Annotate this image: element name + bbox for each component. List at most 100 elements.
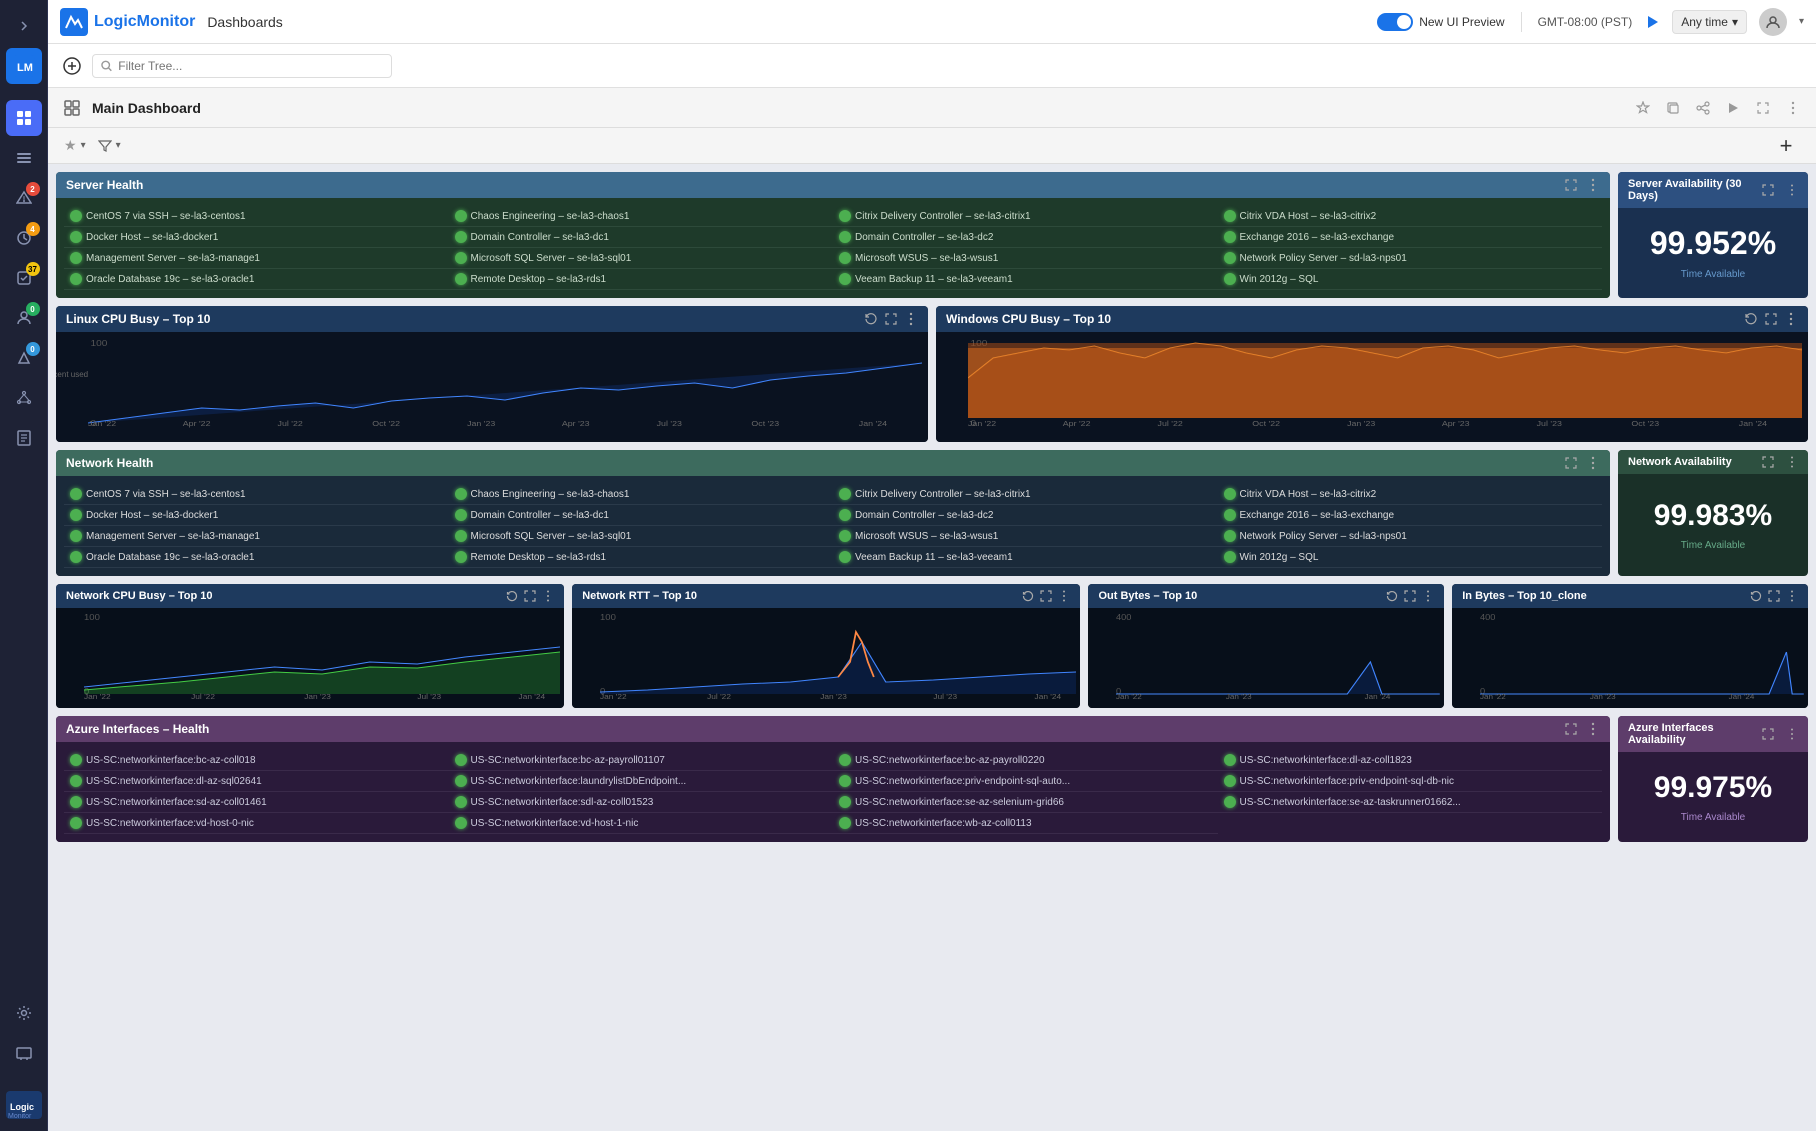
expand-rtt-icon[interactable] bbox=[1040, 590, 1052, 602]
sidebar-item-collector[interactable] bbox=[6, 1035, 42, 1071]
svg-text:LM: LM bbox=[17, 62, 33, 74]
expand-net-health-icon[interactable] bbox=[1564, 456, 1578, 470]
azure-item-label: US-SC:networkinterface:sdl-az-coll01523 bbox=[471, 797, 654, 808]
filter-action[interactable]: ▾ bbox=[98, 139, 121, 153]
sidebar-item-topology[interactable] bbox=[6, 380, 42, 416]
expand-outbytes-icon[interactable] bbox=[1404, 590, 1416, 602]
add-widget-button[interactable] bbox=[60, 54, 84, 78]
azure-health-item: US-SC:networkinterface:sdl-az-coll01523 bbox=[449, 792, 834, 813]
more-widget-icon[interactable] bbox=[1586, 178, 1600, 192]
azure-health-item: US-SC:networkinterface:dl-az-coll1823 bbox=[1218, 750, 1603, 771]
expand-widget-icon[interactable] bbox=[1564, 178, 1578, 192]
server-health-header: Server Health bbox=[56, 172, 1610, 198]
status-dot bbox=[455, 509, 467, 521]
sidebar-item-reports[interactable] bbox=[6, 420, 42, 456]
more-azure-icon[interactable] bbox=[1586, 722, 1600, 736]
dashboard-icon bbox=[64, 100, 80, 116]
sidebar-expand[interactable] bbox=[6, 8, 42, 44]
expand-win-icon[interactable] bbox=[1764, 312, 1778, 326]
expand-cpu-icon[interactable] bbox=[884, 312, 898, 326]
azure-availability-widget: Azure Interfaces Availability 99.975% Ti… bbox=[1618, 716, 1808, 842]
status-dot bbox=[1224, 273, 1236, 285]
refresh-win-icon[interactable] bbox=[1744, 312, 1758, 326]
toggle-pill[interactable] bbox=[1377, 13, 1413, 31]
server-health-item: Citrix VDA Host – se-la3-citrix2 bbox=[1218, 206, 1603, 227]
refresh-netcpu-icon[interactable] bbox=[506, 590, 518, 602]
clone-icon[interactable] bbox=[1666, 101, 1680, 115]
sidebar-item-4[interactable]: 4 bbox=[6, 220, 42, 256]
expand-azureavail-icon[interactable] bbox=[1762, 728, 1774, 740]
svg-text:Jan '23: Jan '23 bbox=[467, 420, 496, 428]
expand-netcpu-icon[interactable] bbox=[524, 590, 536, 602]
more-netcpu-icon[interactable] bbox=[542, 590, 554, 602]
any-time-button[interactable]: Any time ▾ bbox=[1672, 10, 1747, 34]
expand-icon[interactable] bbox=[1756, 101, 1770, 115]
sidebar-item-alerts[interactable]: 2 bbox=[6, 180, 42, 216]
windows-cpu-actions bbox=[1744, 312, 1798, 326]
expand-avail-icon[interactable] bbox=[1762, 184, 1774, 196]
more-cpu-icon[interactable] bbox=[904, 312, 918, 326]
alert-critical-badge: 2 bbox=[26, 182, 40, 196]
run-icon[interactable] bbox=[1644, 14, 1660, 30]
sidebar-item-7[interactable]: 0 bbox=[6, 340, 42, 376]
sidebar-item-settings[interactable] bbox=[6, 995, 42, 1031]
more-outbytes-icon[interactable] bbox=[1422, 590, 1434, 602]
filter-input[interactable] bbox=[118, 59, 383, 73]
expand-azure-icon[interactable] bbox=[1564, 722, 1578, 736]
more-azureavail-icon[interactable] bbox=[1786, 728, 1798, 740]
filter-input-area[interactable] bbox=[92, 54, 392, 78]
refresh-inbytes-icon[interactable] bbox=[1750, 590, 1762, 602]
row-server-health: Server Health CentOS 7 via SSH – se-la3- bbox=[56, 172, 1808, 298]
network-health-header: Network Health bbox=[56, 450, 1610, 476]
more-inbytes-icon[interactable] bbox=[1786, 590, 1798, 602]
refresh-outbytes-icon[interactable] bbox=[1386, 590, 1398, 602]
azure-health-item: US-SC:networkinterface:vd-host-0-nic bbox=[64, 813, 449, 834]
more-icon[interactable] bbox=[1786, 101, 1800, 115]
server-health-item: Docker Host – se-la3-docker1 bbox=[64, 227, 449, 248]
server-health-item: Domain Controller – se-la3-dc1 bbox=[449, 227, 834, 248]
user-avatar[interactable] bbox=[1759, 8, 1787, 36]
svg-text:Logic: Logic bbox=[10, 1102, 34, 1112]
expand-netavail-icon[interactable] bbox=[1762, 456, 1774, 468]
svg-text:100: 100 bbox=[600, 613, 616, 622]
svg-text:Oct '22: Oct '22 bbox=[372, 420, 400, 428]
star-chevron: ▾ bbox=[81, 140, 86, 151]
star-icon: ★ bbox=[64, 137, 77, 154]
more-avail-icon[interactable] bbox=[1786, 184, 1798, 196]
status-dot bbox=[70, 530, 82, 542]
svg-text:Jan '24: Jan '24 bbox=[1035, 693, 1062, 700]
svg-text:Oct '22: Oct '22 bbox=[1252, 420, 1280, 428]
server-health-item: Network Policy Server – sd-la3-nps01 bbox=[1218, 248, 1603, 269]
sidebar-item-dashboards[interactable] bbox=[6, 100, 42, 136]
user-chevron: ▾ bbox=[1799, 16, 1804, 27]
more-rtt-icon[interactable] bbox=[1058, 590, 1070, 602]
network-health-item: Management Server – se-la3-manage1 bbox=[64, 526, 449, 547]
network-health-item: Domain Controller – se-la3-dc1 bbox=[449, 505, 834, 526]
status-dot bbox=[1224, 252, 1236, 264]
more-win-icon[interactable] bbox=[1784, 312, 1798, 326]
new-ui-toggle[interactable]: New UI Preview bbox=[1377, 13, 1504, 31]
favorite-icon[interactable] bbox=[1636, 101, 1650, 115]
azure-item-label: US-SC:networkinterface:se-az-selenium-gr… bbox=[855, 797, 1064, 808]
svg-text:Jan '24: Jan '24 bbox=[1729, 693, 1755, 700]
more-net-health-icon[interactable] bbox=[1586, 456, 1600, 470]
server-avail-body: 99.952% Time Available bbox=[1618, 208, 1808, 298]
azure-item-label: US-SC:networkinterface:bc-az-payroll0220 bbox=[855, 755, 1045, 766]
share-icon[interactable] bbox=[1696, 101, 1710, 115]
status-dot bbox=[70, 273, 82, 285]
add-button[interactable]: + bbox=[1772, 132, 1800, 160]
more-netavail-icon[interactable] bbox=[1786, 456, 1798, 468]
refresh-icon[interactable] bbox=[864, 312, 878, 326]
sidebar-item-6[interactable]: 0 bbox=[6, 300, 42, 336]
network-item-label: Win 2012g – SQL bbox=[1240, 552, 1319, 563]
logic-monitor-logo[interactable]: LM bbox=[6, 48, 42, 84]
sidebar-item-5[interactable]: 37 bbox=[6, 260, 42, 296]
refresh-rtt-icon[interactable] bbox=[1022, 590, 1034, 602]
expand-inbytes-icon[interactable] bbox=[1768, 590, 1780, 602]
azure-health-title: Azure Interfaces – Health bbox=[66, 722, 1556, 736]
sidebar-item-resources[interactable] bbox=[6, 140, 42, 176]
network-avail-value: 99.983% bbox=[1654, 499, 1772, 532]
play-icon[interactable] bbox=[1726, 101, 1740, 115]
star-action[interactable]: ★ ▾ bbox=[64, 137, 86, 154]
network-item-label: CentOS 7 via SSH – se-la3-centos1 bbox=[86, 489, 246, 500]
